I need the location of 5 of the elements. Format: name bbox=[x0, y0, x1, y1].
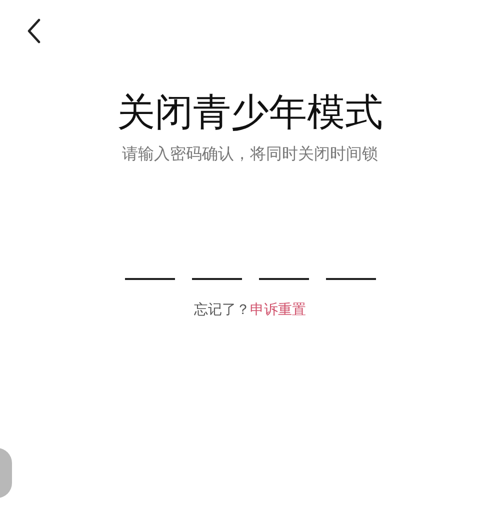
subtitle: 请输入密码确认，将同时关闭时间锁 bbox=[122, 143, 378, 165]
back-icon[interactable] bbox=[26, 18, 42, 44]
appeal-reset-link[interactable]: 申诉重置 bbox=[250, 300, 306, 321]
page-title: 关闭青少年模式 bbox=[117, 89, 383, 136]
forgot-prompt: 忘记了？ bbox=[194, 301, 250, 320]
